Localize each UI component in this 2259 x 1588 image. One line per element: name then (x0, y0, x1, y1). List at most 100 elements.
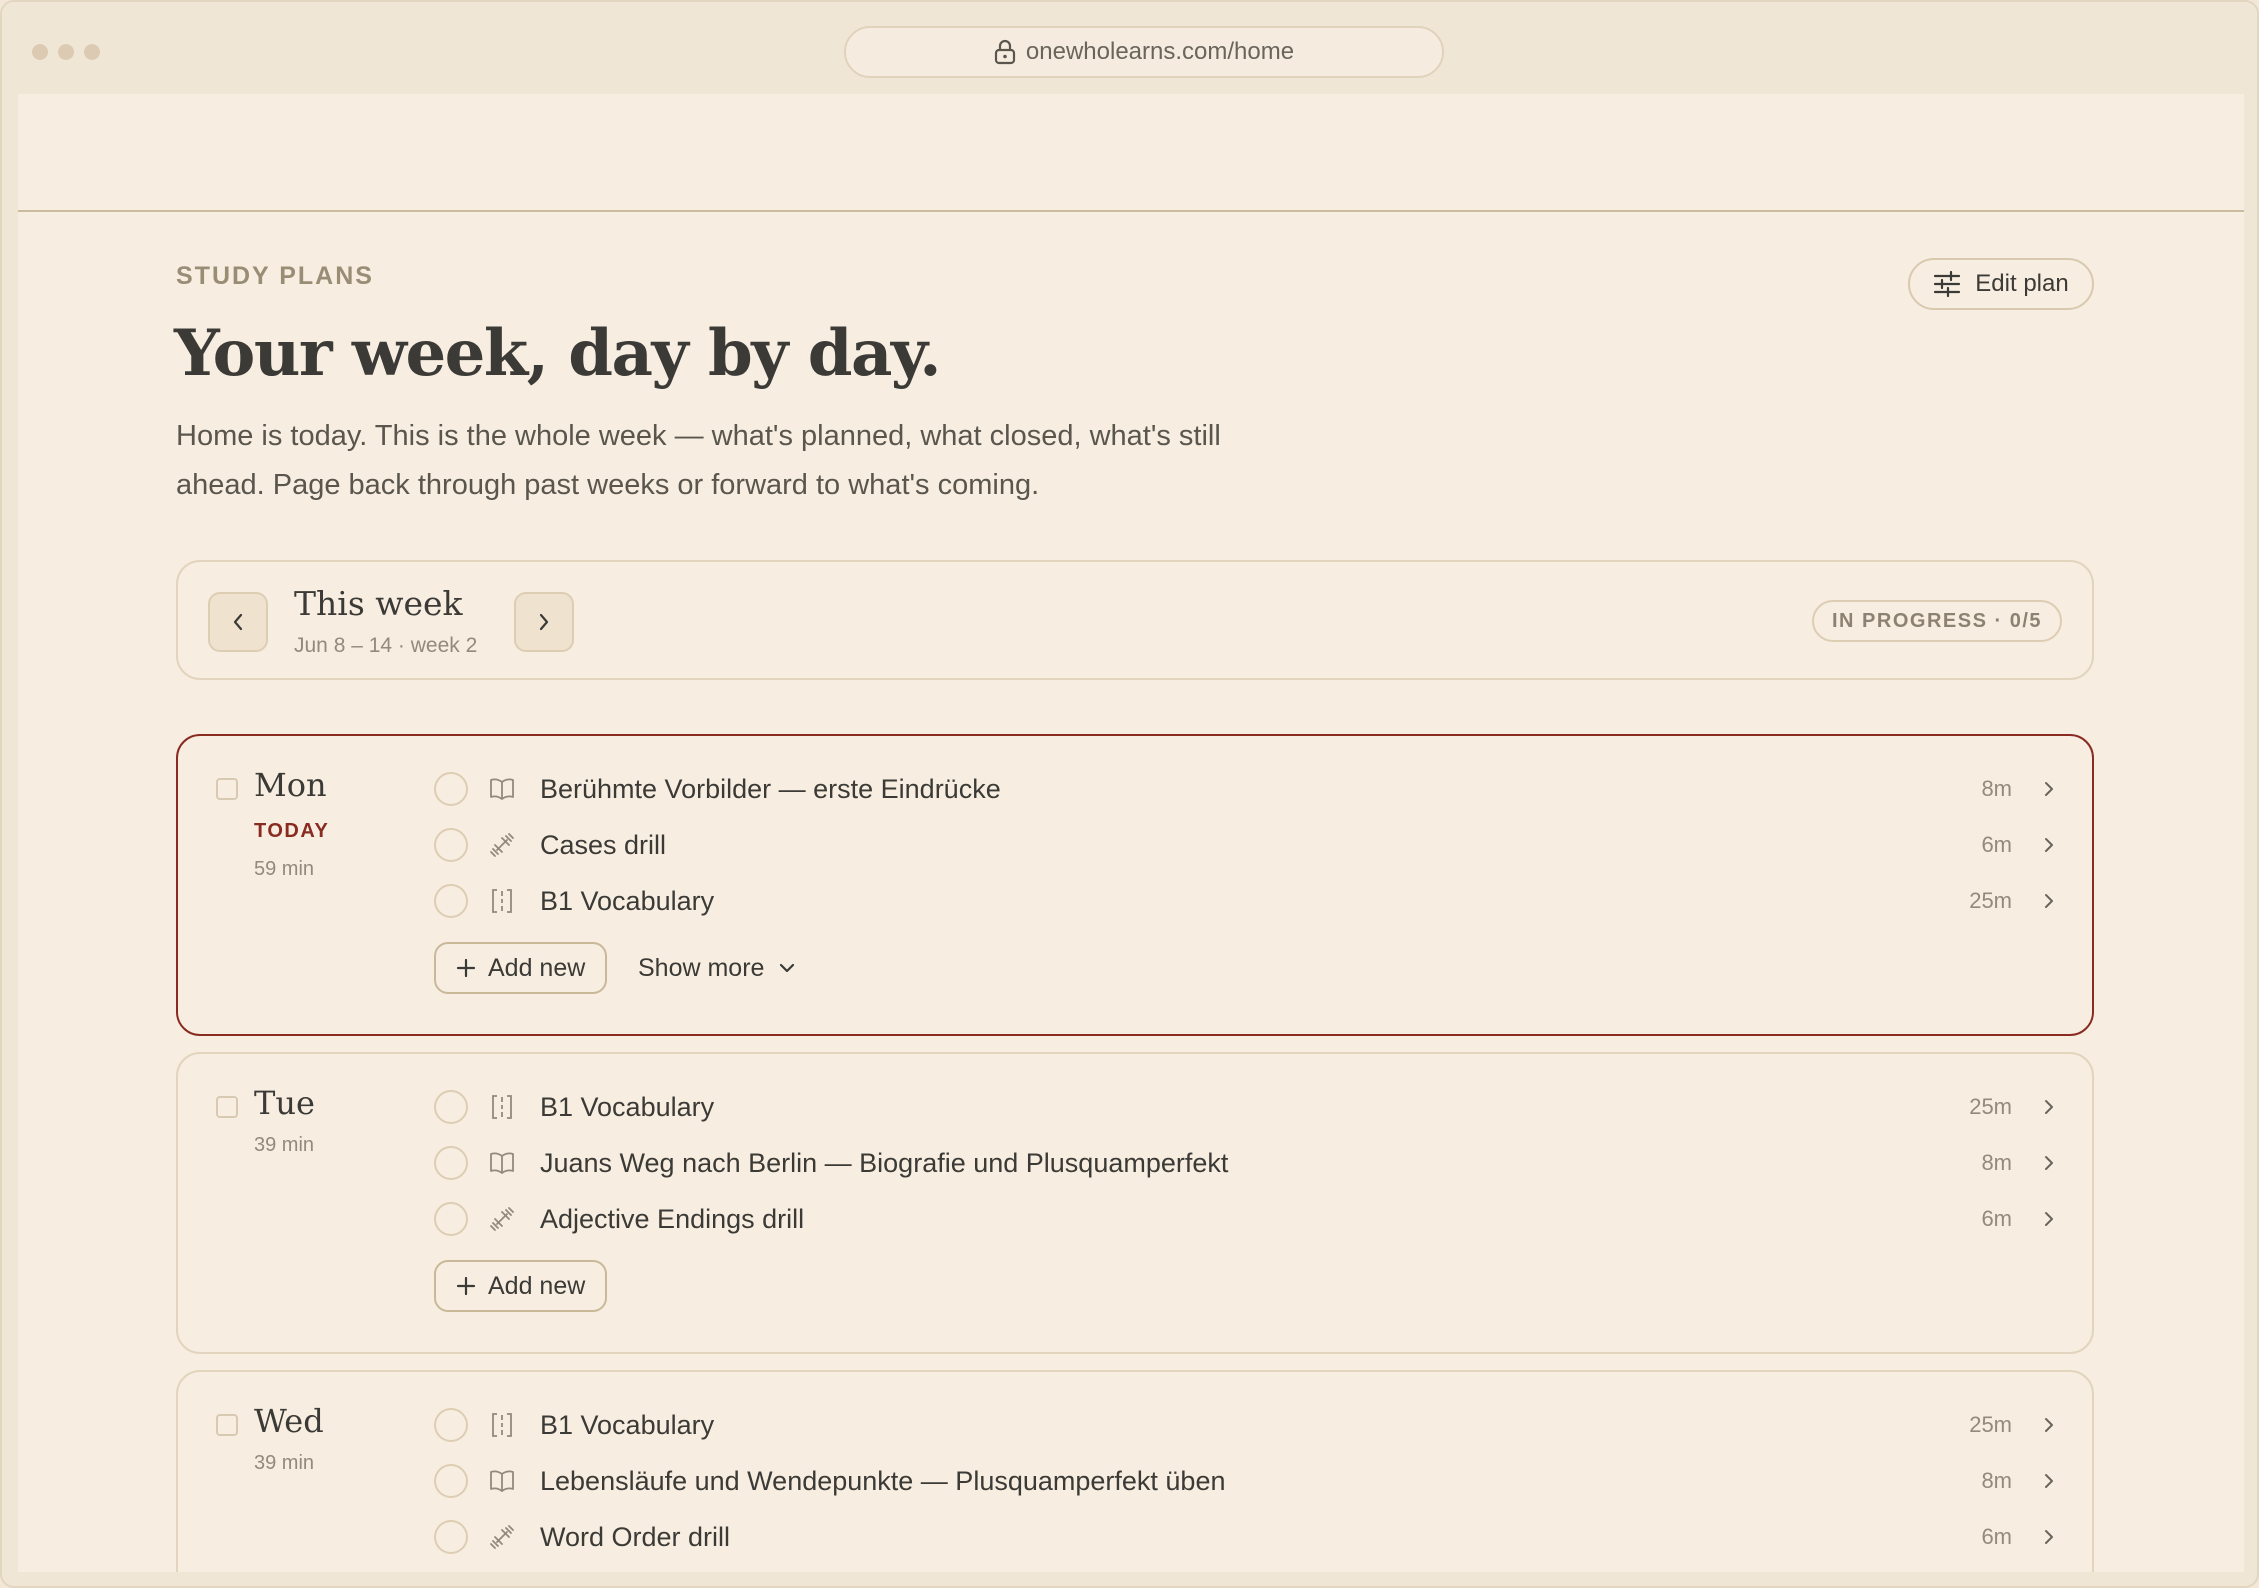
day-card-wed: Wed 39 min B1 Vocabulary 25m Lebensläufe… (176, 1370, 2094, 1572)
chevron-right-icon (2034, 1415, 2064, 1435)
chevron-right-icon (2034, 1209, 2064, 1229)
task-duration: 25m (1969, 1412, 2012, 1437)
day-total-minutes: 39 min (254, 1134, 315, 1156)
task-complete-toggle[interactable] (434, 884, 468, 918)
task-complete-toggle[interactable] (434, 828, 468, 862)
address-bar[interactable]: onewholearns.com/home (844, 26, 1444, 78)
add-new-button[interactable]: Add new (434, 942, 608, 994)
day-total-minutes: 59 min (254, 858, 315, 880)
task-row[interactable]: B1 Vocabulary 25m (434, 1084, 2064, 1130)
book-icon (488, 1467, 516, 1495)
show-more-label: Show more (638, 953, 765, 982)
day-total-minutes: 39 min (254, 1452, 315, 1474)
lock-icon (994, 39, 1016, 65)
day-name: Wed (254, 1402, 324, 1440)
task-name: B1 Vocabulary (540, 1091, 715, 1122)
task-duration: 8m (1981, 1468, 2012, 1493)
chevron-down-icon (780, 963, 795, 973)
dumbbell-icon (488, 1523, 516, 1551)
chevron-right-icon (2034, 835, 2064, 855)
url-text: onewholearns.com/home (1025, 38, 1295, 65)
previous-week-button[interactable] (208, 592, 268, 652)
task-duration: 25m (1969, 1094, 2012, 1119)
window-controls (32, 44, 100, 60)
chevron-right-icon (2034, 1097, 2064, 1117)
task-complete-toggle[interactable] (434, 772, 468, 806)
window-dot[interactable] (32, 44, 48, 60)
task-row[interactable]: Lebensläufe und Wendepunkte — Plusquampe… (434, 1458, 2064, 1504)
book-icon (488, 775, 516, 803)
add-new-button[interactable]: Add new (434, 1260, 608, 1312)
chevron-right-icon (539, 613, 549, 631)
window-dot[interactable] (58, 44, 74, 60)
today-badge: TODAY (254, 820, 330, 842)
task-row[interactable]: Word Order drill 6m (434, 1514, 2064, 1560)
day-card-tue: Tue 39 min B1 Vocabulary 25m Juans Weg n… (176, 1052, 2094, 1354)
task-duration: 25m (1969, 888, 2012, 913)
week-range: Jun 8 – 14 · week 2 (294, 634, 478, 657)
task-name: B1 Vocabulary (540, 885, 715, 916)
day-checkbox[interactable] (216, 778, 238, 800)
chevron-right-icon (2034, 1471, 2064, 1491)
task-duration: 6m (1981, 1206, 2012, 1231)
task-row[interactable]: Juans Weg nach Berlin — Biografie und Pl… (434, 1140, 2064, 1186)
show-more-button[interactable]: Show more (638, 942, 796, 994)
page-description: Home is today. This is the whole week — … (176, 420, 1221, 501)
week-status-badge: IN PROGRESS · 0/5 (1812, 600, 2062, 642)
plus-icon (456, 1276, 476, 1296)
task-duration: 8m (1981, 1150, 2012, 1175)
chevron-right-icon (2034, 779, 2064, 799)
add-new-label: Add new (488, 1271, 586, 1300)
week-navigator: This week Jun 8 – 14 · week 2 IN PROGRES… (176, 560, 2094, 680)
app-header (18, 94, 2244, 212)
task-name: Juans Weg nach Berlin — Biografie und Pl… (540, 1147, 1229, 1178)
task-complete-toggle[interactable] (434, 1146, 468, 1180)
section-eyebrow: STUDY PLANS (176, 262, 374, 290)
dumbbell-icon (488, 831, 516, 859)
task-complete-toggle[interactable] (434, 1202, 468, 1236)
flashcards-icon (488, 887, 516, 915)
dumbbell-icon (488, 1205, 516, 1233)
edit-plan-button[interactable]: Edit plan (1908, 258, 2094, 310)
task-duration: 6m (1981, 832, 2012, 857)
browser-toolbar: onewholearns.com/home (2, 2, 2257, 94)
task-complete-toggle[interactable] (434, 1090, 468, 1124)
task-row[interactable]: B1 Vocabulary 25m (434, 1402, 2064, 1448)
book-icon (488, 1149, 516, 1177)
task-name: Adjective Endings drill (540, 1203, 805, 1234)
task-name: Berühmte Vorbilder — erste Eindrücke (540, 773, 1001, 804)
plus-icon (456, 958, 476, 978)
task-complete-toggle[interactable] (434, 1464, 468, 1498)
flashcards-icon (488, 1093, 516, 1121)
task-duration: 6m (1981, 1524, 2012, 1549)
edit-plan-label: Edit plan (1975, 270, 2069, 297)
browser-window: onewholearns.com/home STUDY PLANS Edit p… (0, 0, 2259, 1588)
day-checkbox[interactable] (216, 1096, 238, 1118)
task-complete-toggle[interactable] (434, 1520, 468, 1554)
window-dot[interactable] (84, 44, 100, 60)
week-title: This week (294, 584, 463, 623)
chevron-right-icon (2034, 891, 2064, 911)
task-duration: 8m (1981, 776, 2012, 801)
task-row[interactable]: Adjective Endings drill 6m (434, 1196, 2064, 1242)
task-row[interactable]: Cases drill 6m (434, 822, 2064, 868)
task-row[interactable]: B1 Vocabulary 25m (434, 878, 2064, 924)
chevron-right-icon (2034, 1153, 2064, 1173)
task-name: Cases drill (540, 829, 667, 860)
sliders-icon (1934, 271, 1961, 297)
task-complete-toggle[interactable] (434, 1408, 468, 1442)
flashcards-icon (488, 1411, 516, 1439)
task-name: Word Order drill (540, 1521, 731, 1552)
task-name: B1 Vocabulary (540, 1409, 715, 1440)
task-name: Lebensläufe und Wendepunkte — Plusquampe… (540, 1465, 1226, 1496)
day-name: Tue (254, 1084, 315, 1122)
next-week-button[interactable] (514, 592, 574, 652)
chevron-left-icon (233, 613, 243, 631)
chevron-right-icon (2034, 1527, 2064, 1547)
page-viewport: STUDY PLANS Edit plan Your week, day by … (18, 94, 2244, 1572)
add-new-label: Add new (488, 953, 586, 982)
day-card-mon: Mon TODAY 59 min Berühmte Vorbilder — er… (176, 734, 2094, 1036)
task-row[interactable]: Berühmte Vorbilder — erste Eindrücke 8m (434, 766, 2064, 812)
day-checkbox[interactable] (216, 1414, 238, 1436)
day-name: Mon (254, 766, 327, 804)
